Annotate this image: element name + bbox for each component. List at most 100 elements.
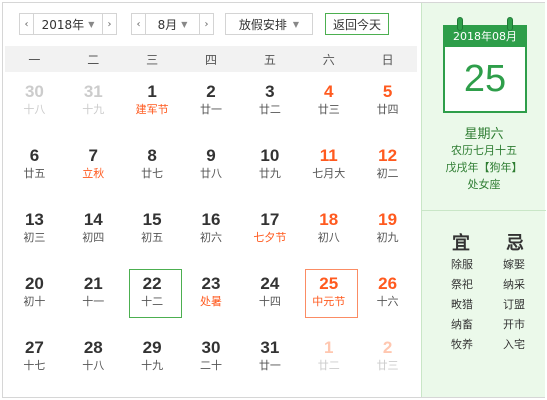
panel-divider [422,210,546,211]
day-number: 11 [319,146,338,165]
lunar-day-label: 初八 [317,231,340,244]
day-cell[interactable]: 28 十八 [64,331,123,395]
festival-label: 处暑 [199,295,222,308]
day-cell[interactable]: 27 十七 [5,331,64,395]
chevron-right-icon: › [204,18,209,30]
ji-title: 忌 [506,233,524,254]
day-number: 28 [83,338,103,357]
day-number: 26 [378,274,398,293]
festival-label: 中元节 [312,295,346,308]
day-cell[interactable]: 11 七月大 [299,139,358,203]
prev-month-button[interactable]: ‹ [131,13,145,35]
day-number: 6 [29,146,40,165]
day-number: 15 [142,210,162,229]
date-pad-header: 2018年08月 [443,25,527,47]
day-cell[interactable]: 7 立秋 [64,139,123,203]
ji-list: 嫁娶 纳采 订盟 开市 入宅 [494,255,534,355]
day-number: 10 [260,146,280,165]
year-select[interactable]: 2018年 ▼ [33,13,103,35]
day-cell[interactable]: 16 初六 [182,203,241,267]
lunar-day-label: 初四 [82,231,105,244]
lunar-day-label: 初五 [141,231,164,244]
day-number: 9 [206,146,216,165]
lunar-day-label: 廿四 [376,103,399,116]
festival-label: 立秋 [82,167,105,180]
day-number: 30 [201,338,221,357]
weekday-header: 一二三四五六日 [5,46,417,72]
day-number: 7 [88,146,98,165]
prev-year-button[interactable]: ‹ [19,13,33,35]
weekday-label: 日 [381,52,394,67]
day-cell[interactable]: 18 初八 [299,203,358,267]
day-number: 25 [319,274,339,293]
day-cell[interactable]: 2 廿三 [358,331,417,395]
yi-item: 祭祀 [451,278,473,291]
day-cell[interactable]: 24 十四 [240,267,299,331]
weekday-label: 六 [322,52,335,67]
day-cell[interactable]: 20 初十 [5,267,64,331]
day-cell[interactable]: 17 七夕节 [240,203,299,267]
yi-item: 除服 [451,258,473,271]
day-number: 27 [24,338,44,357]
day-number: 16 [201,210,221,229]
chevron-down-icon: ▼ [88,19,95,29]
month-select[interactable]: 8月 ▼ [145,13,200,35]
lunar-day-label: 十九 [82,103,105,116]
day-cell[interactable]: 1 建军节 [123,75,182,139]
ji-item: 入宅 [503,338,525,351]
day-cell[interactable]: 5 廿四 [358,75,417,139]
day-cell[interactable]: 30 十八 [5,75,64,139]
festival-label: 七夕节 [253,231,287,244]
day-cell[interactable]: 29 十九 [123,331,182,395]
weekday-label: 五 [263,52,276,67]
day-detail-panel: 2018年08月 25 星期六 农历七月十五 戊戌年【狗年】 处女座 宜 忌 除… [421,3,546,397]
day-cell[interactable]: 31 十九 [64,75,123,139]
date-pad-day: 25 [443,47,527,113]
day-number: 31 [83,82,103,101]
day-cell[interactable]: 15 初五 [123,203,182,267]
lunar-day-label: 廿五 [23,167,46,180]
day-cell[interactable]: 31 廿一 [240,331,299,395]
next-month-button[interactable]: › [200,13,214,35]
next-year-button[interactable]: › [103,13,117,35]
day-cell[interactable]: 13 初三 [5,203,64,267]
day-cell[interactable]: 1 廿二 [299,331,358,395]
day-number: 20 [24,274,44,293]
yi-item: 牧养 [451,338,473,351]
day-cell[interactable]: 6 廿五 [5,139,64,203]
day-cell[interactable]: 14 初四 [64,203,123,267]
chevron-down-icon: ▼ [181,19,188,29]
calendar-widget: ‹ 2018年 ▼ › ‹ 8月 ▼ › 放假安排 ▼ 返回今天 一 二 三 四… [2,2,546,398]
month-select-label: 8月 [157,17,178,32]
day-cell[interactable]: 19 初九 [358,203,417,267]
month-selector: ‹ 8月 ▼ › [131,13,214,35]
day-cell[interactable]: 30 二十 [182,331,241,395]
holiday-select[interactable]: 放假安排 ▼ [225,13,313,35]
chevron-down-icon: ▼ [292,19,300,29]
chevron-left-icon: ‹ [136,18,141,30]
day-number: 23 [201,274,221,293]
lunar-day-label: 廿八 [199,167,222,180]
day-number: 13 [24,210,44,229]
chevron-left-icon: ‹ [24,18,29,30]
day-number: 5 [382,82,393,101]
day-cell[interactable]: 23 处暑 [182,267,241,331]
lunar-day-label: 十九 [141,359,164,372]
lunar-day-label: 二十 [199,359,222,372]
day-number: 22 [142,274,162,293]
day-cell[interactable]: 12 初二 [358,139,417,203]
day-cell[interactable]: 4 廿三 [299,75,358,139]
day-cell[interactable]: 10 廿九 [240,139,299,203]
back-to-today-button[interactable]: 返回今天 [325,13,389,35]
day-cell[interactable]: 2 廿一 [182,75,241,139]
lunar-day-label: 十七 [23,359,46,372]
day-cell[interactable]: 25 中元节 [299,267,359,331]
lunar-day-label: 初十 [23,295,46,308]
day-cell[interactable]: 26 十六 [358,267,417,331]
day-cell[interactable]: 22 十二 [123,267,182,331]
day-cell[interactable]: 8 廿七 [123,139,182,203]
day-cell[interactable]: 9 廿八 [182,139,241,203]
day-cell[interactable]: 21 十一 [64,267,123,331]
day-cell[interactable]: 3 廿二 [240,75,299,139]
lunar-day-label: 初三 [23,231,46,244]
